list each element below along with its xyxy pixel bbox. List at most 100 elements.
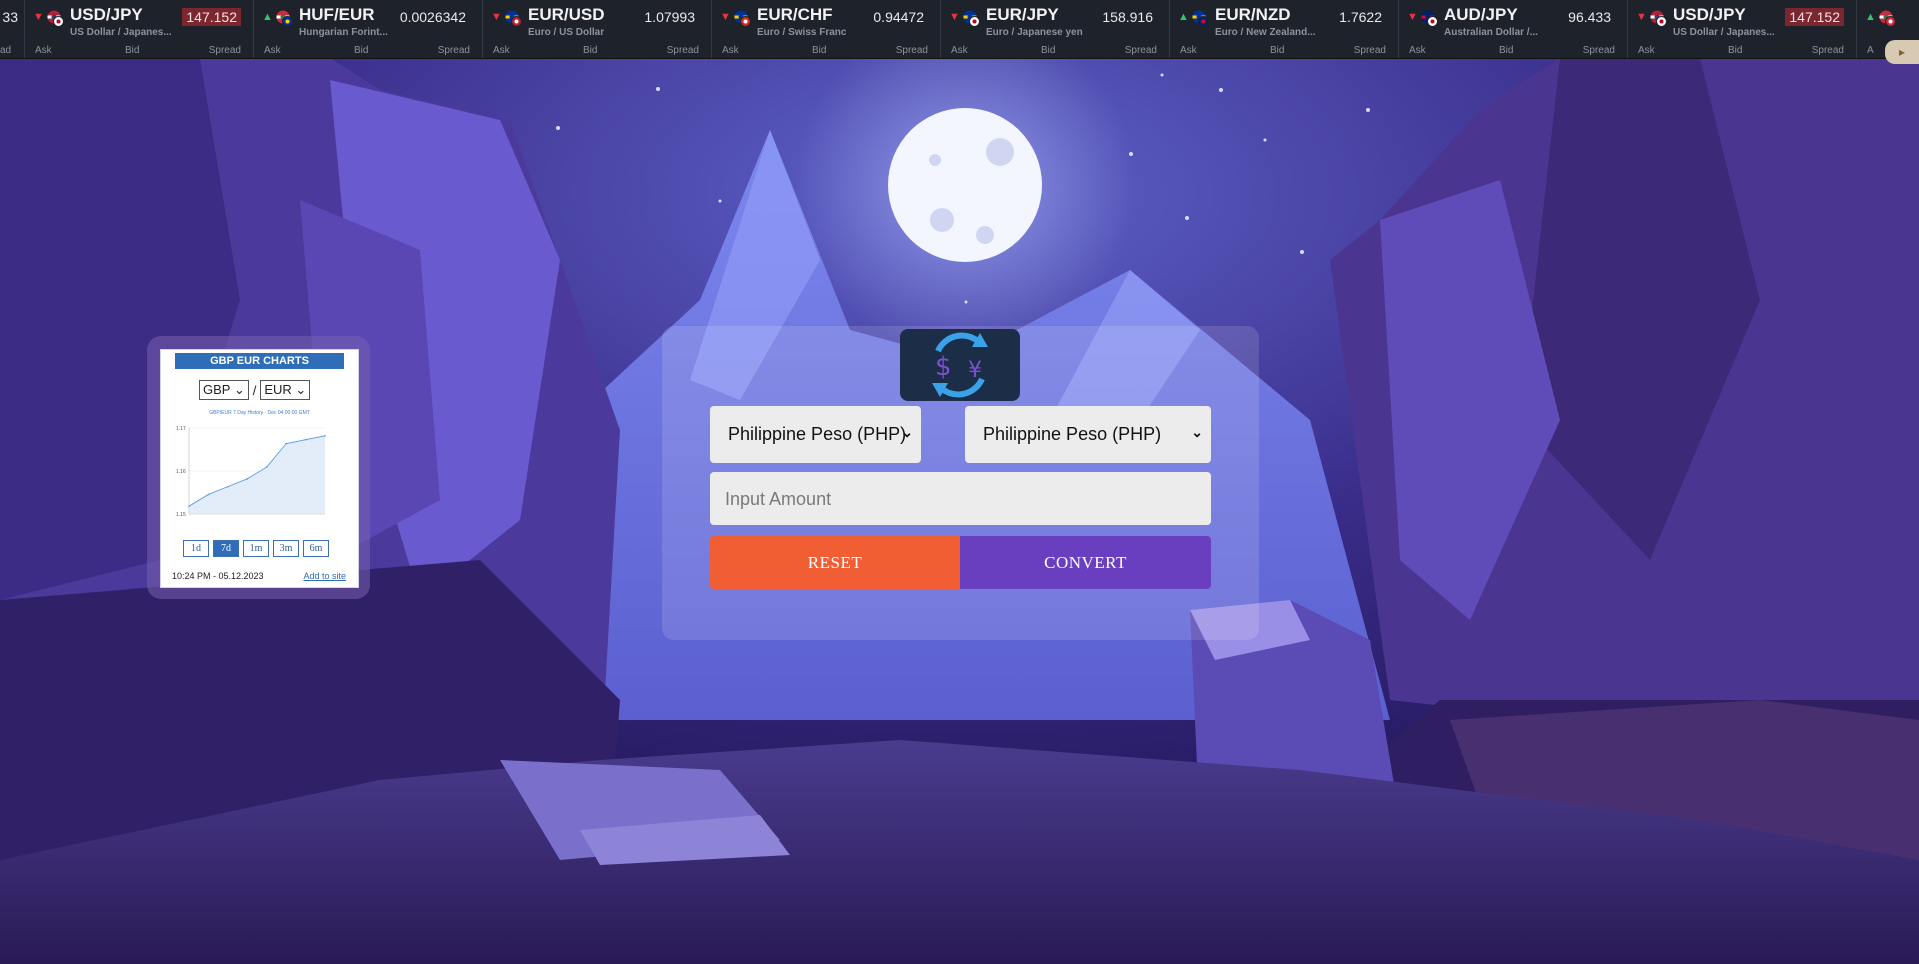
ticker-spread-label: Spread xyxy=(1582,45,1615,56)
chart-widget-frame: GBP EUR CHARTS GBP ⌄ / EUR ⌄ GBP/EUR 7 D… xyxy=(147,336,370,599)
trend-up-icon: ▲ xyxy=(1178,11,1189,23)
ticker-spread-label: Spread xyxy=(1353,45,1386,56)
ticker-bid-label: Bid xyxy=(1499,45,1514,56)
gbp-eur-chart-widget: GBP EUR CHARTS GBP ⌄ / EUR ⌄ GBP/EUR 7 D… xyxy=(160,349,359,588)
ticker-ask-label: ad xyxy=(0,45,12,56)
ticker-symbol: AUD/JPY xyxy=(1444,5,1518,24)
ticker-item-eur-usd[interactable]: ▼ EUR/USD Euro / US Dollar 1.07993 Ask Bid Spr… xyxy=(483,0,712,58)
ticker-item-usd-jpy[interactable]: ▼ USD/JPY US Dollar / Japanes... 147.152 Ask… xyxy=(25,0,254,58)
ticker-symbol: USD/JPY xyxy=(1673,5,1746,24)
to-currency-select[interactable]: Philippine Peso (PHP) ⌄ xyxy=(965,406,1211,463)
ticker-symbol: USD/JPY xyxy=(70,5,143,24)
series-area xyxy=(189,435,325,514)
currency-flags-icon xyxy=(1650,10,1667,27)
amount-input[interactable] xyxy=(710,472,1207,527)
ticker-item-aud-jpy[interactable]: ▼ AUD/JPY Australian Dollar /... 96.433 Ask B… xyxy=(1399,0,1628,58)
ticker-symbol: EUR/CHF xyxy=(757,5,833,24)
trend-down-icon: ▼ xyxy=(33,11,44,23)
ticker-symbol: EUR/NZD xyxy=(1215,5,1291,24)
ticker-ask-label: Ask xyxy=(1409,45,1426,56)
range-button-3m[interactable]: 3m xyxy=(273,540,299,557)
range-button-7d[interactable]: 7d xyxy=(213,540,239,557)
trend-down-icon: ▼ xyxy=(1407,11,1418,23)
currency-flags-icon xyxy=(47,10,64,27)
ticker-ask-label: Ask xyxy=(35,45,52,56)
ticker-item-usd-jpy[interactable]: ▼ USD/JPY US Dollar / Japanes... 147.152 Ask… xyxy=(1628,0,1857,58)
convert-button[interactable]: CONVERT xyxy=(960,536,1211,589)
ticker-bid-label: Bid xyxy=(125,45,140,56)
y-tick-label: 1.17 xyxy=(176,426,186,432)
trend-down-icon: ▼ xyxy=(1636,11,1647,23)
ticker-spread-label: Spread xyxy=(1811,45,1844,56)
ticker-name: US Dollar / Japanes... xyxy=(1673,27,1775,38)
ticker-bid-label: Bid xyxy=(812,45,827,56)
chart-caption: GBP/EUR 7 Day History - Dec 04 00:00 GMT xyxy=(209,410,310,416)
floating-corner-button[interactable]: ▸ xyxy=(1885,40,1919,64)
pair-separator: / xyxy=(252,382,257,398)
ticker-symbol: HUF/EUR xyxy=(299,5,375,24)
ticker-name: US Dollar / Japanes... xyxy=(70,27,172,38)
trend-down-icon: ▼ xyxy=(491,11,502,23)
trend-down-icon: ▼ xyxy=(949,11,960,23)
amount-field xyxy=(710,472,1211,527)
ticker-symbol: EUR/USD xyxy=(528,5,605,24)
ticker-bid-label: Bid xyxy=(583,45,598,56)
ticker-item-huf-eur[interactable]: ▲ HUF/EUR Hungarian Forint... 0.0026342 Ask B… xyxy=(254,0,483,58)
data-point xyxy=(207,493,210,496)
ticker-bid-label: Bid xyxy=(354,45,369,56)
currency-exchange-logo: $ ¥ xyxy=(900,329,1020,401)
ticker-ask-label: Ask xyxy=(264,45,281,56)
range-button-1d[interactable]: 1d xyxy=(183,540,209,557)
ticker-price: 1.7622 xyxy=(1339,9,1382,25)
ticker-bid-label: Bid xyxy=(1041,45,1056,56)
ticker-spread-label: Spread xyxy=(666,45,699,56)
currency-ticker-bar: 33 ad ▼ USD/JPY US Dollar / Japanes... 147.15… xyxy=(0,0,1919,59)
ticker-spread-label: Spread xyxy=(208,45,241,56)
ticker-spread-label: Spread xyxy=(895,45,928,56)
ticker-ask-label: Ask xyxy=(951,45,968,56)
ticker-ask-label: Ask xyxy=(1180,45,1197,56)
range-button-1m[interactable]: 1m xyxy=(243,540,269,557)
to-currency-value: Philippine Peso (PHP) xyxy=(983,424,1162,444)
ticker-bid-label: Bid xyxy=(1728,45,1743,56)
currency-flags-icon xyxy=(1879,10,1896,27)
y-tick-label: 1.15 xyxy=(176,512,186,518)
ticker-name: Euro / New Zealand... xyxy=(1215,27,1316,38)
chevron-down-icon: ⌄ xyxy=(1191,424,1203,440)
price-history-chart: 1.17 1.16 1.15 xyxy=(176,426,326,518)
ticker-price: 96.433 xyxy=(1568,9,1611,25)
dollar-icon: $ xyxy=(935,352,952,382)
add-to-site-link[interactable]: Add to site xyxy=(303,571,346,581)
ticker-ask-label: Ask xyxy=(722,45,739,56)
ticker-item-eur-nzd[interactable]: ▲ EUR/NZD Euro / New Zealand... 1.7622 Ask Bi… xyxy=(1170,0,1399,58)
currency-flags-icon xyxy=(276,10,293,27)
ticker-item-eur-jpy[interactable]: ▼ EUR/JPY Euro / Japanese yen 158.916 Ask Bid… xyxy=(941,0,1170,58)
ticker-price: 33 xyxy=(2,9,18,25)
ticker-spread-label: Spread xyxy=(437,45,470,56)
ticker-item-eur-chf[interactable]: ▼ EUR/CHF Euro / Swiss Franc 0.94472 Ask Bid S… xyxy=(712,0,941,58)
chevron-down-icon: ⌄ xyxy=(901,424,913,440)
ticker-name: Hungarian Forint... xyxy=(299,27,388,38)
y-tick-label: 1.16 xyxy=(176,469,186,475)
ticker-spread-label: Spread xyxy=(1124,45,1157,56)
range-buttons: 1d 7d 1m 3m 6m xyxy=(183,540,329,557)
base-currency-select[interactable]: GBP ⌄ xyxy=(199,380,249,400)
data-point xyxy=(246,478,249,480)
ticker-price: 0.0026342 xyxy=(399,9,466,25)
ticker-price: 158.916 xyxy=(1102,9,1153,25)
range-button-6m[interactable]: 6m xyxy=(303,540,329,557)
data-point xyxy=(227,485,229,488)
widget-title: GBP EUR CHARTS xyxy=(175,353,344,369)
ticker-price: 147.152 xyxy=(1785,8,1844,26)
quote-currency-select[interactable]: EUR ⌄ xyxy=(260,380,311,400)
ticker-item-partial[interactable]: 33 ad xyxy=(0,0,25,58)
ticker-ask-label: Ask xyxy=(493,45,510,56)
currency-flags-icon xyxy=(734,10,751,27)
data-point xyxy=(265,466,268,468)
data-point xyxy=(304,438,307,441)
reset-button[interactable]: RESET xyxy=(710,536,960,589)
trend-up-icon: ▲ xyxy=(262,11,273,23)
from-currency-select[interactable]: Philippine Peso (PHP) ⌄ xyxy=(710,406,921,463)
currency-flags-icon xyxy=(963,10,980,27)
currency-pair-selectors: GBP ⌄ / EUR ⌄ xyxy=(199,380,311,400)
